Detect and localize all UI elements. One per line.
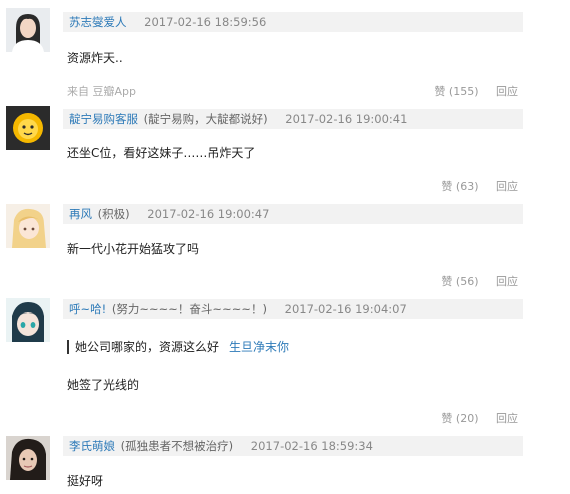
username-link[interactable]: 苏志燮爱人 (69, 15, 127, 29)
like-button[interactable]: 赞 (63) (441, 180, 478, 193)
avatar-anime-blue-icon (6, 298, 50, 342)
avatar-girl-dark-hair-icon (6, 436, 50, 480)
username-link[interactable]: 李氏萌娘 (69, 439, 115, 453)
comment-item: 苏志燮爱人 2017-02-16 18:59:56 资源炸天.. 来自 豆瓣Ap… (0, 0, 570, 100)
comment-source: 来自 豆瓣App (67, 85, 136, 98)
quote-text: 她公司哪家的，资源这么好 (75, 340, 220, 354)
user-avatar[interactable] (6, 204, 50, 248)
user-signature: (积极) (97, 207, 130, 221)
comment-text: 新一代小花开始猛攻了吗 (67, 242, 200, 256)
like-button[interactable]: 赞 (56) (441, 275, 478, 288)
comment-header: 苏志燮爱人 2017-02-16 18:59:56 (63, 12, 523, 32)
reply-button[interactable]: 回应 (496, 412, 518, 425)
comment-text: 资源炸天.. (67, 51, 123, 65)
comment-actions: 赞 (20) 回应 (441, 410, 518, 426)
comment-text: 还坐C位，看好这妹子……吊炸天了 (67, 146, 256, 160)
comment-actions: 赞 (56) 回应 (441, 273, 518, 289)
avatar-girl-white-shirt-icon (6, 8, 50, 52)
like-button[interactable]: 赞 (20) (441, 412, 478, 425)
reply-button[interactable]: 回应 (496, 275, 518, 288)
comment-date: 2017-02-16 19:04:07 (284, 302, 407, 316)
avatar-anime-blonde-icon (6, 204, 50, 248)
comment-actions: 赞 (155) 回应 (434, 83, 518, 99)
user-signature: (孤独患者不想被治疗) (120, 439, 234, 453)
comment-header: 李氏萌娘 (孤独患者不想被治疗) 2017-02-16 18:59:34 (63, 436, 523, 456)
comment-text: 她签了光线的 (67, 378, 140, 392)
comment-date: 2017-02-16 19:00:47 (147, 207, 270, 221)
comment-item: 呼~哈! (努力~~~~！奋斗~~~~！) 2017-02-16 19:04:0… (0, 292, 570, 430)
username-link[interactable]: 靛宁易购客服 (69, 112, 138, 126)
comment-header: 再风 (积极) 2017-02-16 19:00:47 (63, 204, 523, 224)
comment-header: 靛宁易购客服 (靛宁易购，大靛都说好) 2017-02-16 19:00:41 (63, 109, 523, 129)
comment-item: 李氏萌娘 (孤独患者不想被治疗) 2017-02-16 18:59:34 挺好呀 (0, 430, 570, 494)
comment-actions: 赞 (63) 回应 (441, 178, 518, 194)
comment-date: 2017-02-16 18:59:56 (144, 15, 267, 29)
comment-header: 呼~哈! (努力~~~~！奋斗~~~~！) 2017-02-16 19:04:0… (63, 299, 523, 319)
username-link[interactable]: 再风 (69, 207, 92, 221)
comment-date: 2017-02-16 18:59:34 (250, 439, 373, 453)
user-signature: (努力~~~~！奋斗~~~~！) (111, 302, 267, 316)
comment-text: 挺好呀 (67, 474, 104, 488)
user-avatar[interactable] (6, 106, 50, 150)
user-signature: (靛宁易购，大靛都说好) (143, 112, 268, 126)
quote-author-link[interactable]: 生旦净末你 (229, 340, 289, 354)
user-avatar[interactable] (6, 8, 50, 52)
user-avatar[interactable] (6, 298, 50, 342)
quoted-comment: 她公司哪家的，资源这么好 生旦净末你 (67, 340, 289, 354)
avatar-lion-logo-icon (6, 106, 50, 150)
comment-item: 靛宁易购客服 (靛宁易购，大靛都说好) 2017-02-16 19:00:41 … (0, 100, 570, 200)
username-link[interactable]: 呼~哈! (69, 302, 106, 316)
reply-button[interactable]: 回应 (496, 85, 518, 98)
reply-button[interactable]: 回应 (496, 180, 518, 193)
comment-item: 再风 (积极) 2017-02-16 19:00:47 新一代小花开始猛攻了吗 … (0, 200, 570, 292)
user-avatar[interactable] (6, 436, 50, 480)
like-button[interactable]: 赞 (155) (434, 85, 478, 98)
comment-date: 2017-02-16 19:00:41 (285, 112, 408, 126)
